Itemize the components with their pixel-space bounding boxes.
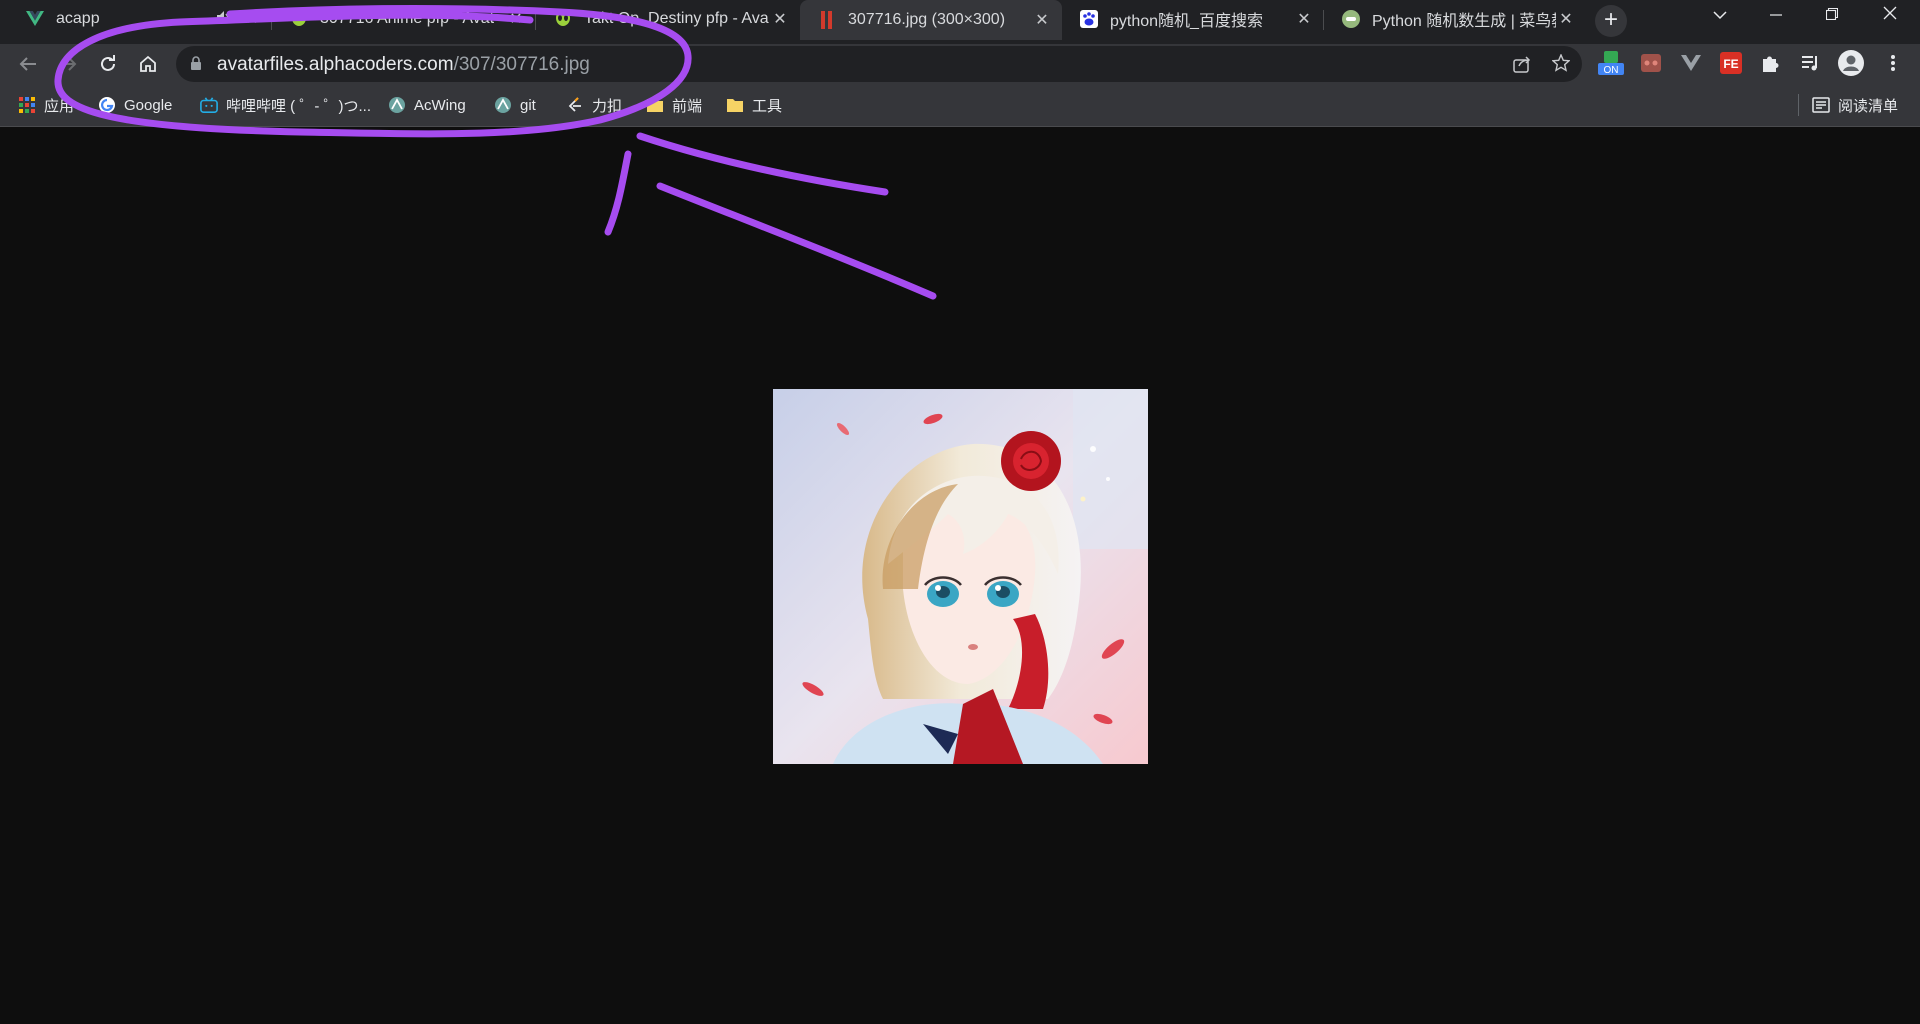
- address-bar[interactable]: avatarfiles.alphacoders.com/307/307716.j…: [176, 46, 1582, 82]
- reading-list-icon: [1812, 96, 1830, 114]
- google-icon: [98, 96, 116, 114]
- bookmark-git[interactable]: git: [494, 94, 536, 116]
- vue-icon: [26, 10, 44, 28]
- tab-anime-pfp[interactable]: 307716 Anime pfp - Avat ✕: [272, 0, 536, 38]
- close-icon[interactable]: ✕: [506, 9, 526, 29]
- folder-icon: [726, 96, 744, 114]
- baidu-icon: [1080, 10, 1098, 28]
- close-icon[interactable]: ✕: [1032, 10, 1052, 30]
- url-text[interactable]: avatarfiles.alphacoders.com/307/307716.j…: [217, 54, 590, 76]
- minimize-button[interactable]: [1748, 0, 1804, 34]
- extension-vuejs-devtools-icon[interactable]: [1678, 50, 1704, 76]
- alien-icon: [290, 10, 308, 28]
- bookmark-label: 前端: [672, 97, 703, 115]
- extension-game-icon[interactable]: [1638, 50, 1664, 76]
- alien-icon: [554, 10, 572, 28]
- bilibili-icon: [200, 96, 218, 114]
- runoob-icon: [1342, 10, 1360, 28]
- reading-list-button[interactable]: 阅读清单: [1812, 94, 1898, 116]
- url-host: avatarfiles.alphacoders.com: [217, 54, 454, 75]
- bookmark-label: AcWing: [414, 96, 466, 114]
- reload-button[interactable]: [92, 48, 124, 80]
- tab-acapp[interactable]: acapp ✕: [8, 0, 272, 38]
- image-icon: [818, 11, 836, 29]
- tab-takt-op[interactable]: Takt Op. Destiny pfp - Ava ✕: [536, 0, 800, 38]
- tab-307716-jpg[interactable]: 307716.jpg (300×300) ✕: [800, 0, 1062, 40]
- menu-kebab-icon[interactable]: [1880, 50, 1906, 76]
- tab-search-icon[interactable]: [1692, 0, 1748, 34]
- bookmark-label: 工具: [752, 97, 783, 115]
- forward-button[interactable]: [52, 48, 84, 80]
- bookmark-label: 应用: [44, 97, 75, 115]
- bookmark-star-icon[interactable]: [1551, 53, 1571, 77]
- leetcode-icon: [566, 96, 584, 114]
- bookmark-folder-tools[interactable]: 工具: [726, 94, 782, 116]
- bookmark-leetcode[interactable]: 力扣: [566, 94, 622, 116]
- tab-title: acapp: [56, 10, 100, 27]
- back-button[interactable]: [12, 48, 44, 80]
- bookmarks-divider: [1798, 94, 1799, 116]
- bookmark-label: Google: [124, 96, 173, 114]
- bookmark-google[interactable]: Google: [98, 94, 172, 116]
- speaker-muted-icon[interactable]: [216, 10, 236, 29]
- profile-avatar-icon[interactable]: [1838, 50, 1864, 76]
- bookmark-label: 哔哩哔哩 ( ゜- ゜)つ...: [226, 97, 371, 115]
- bookmark-acwing[interactable]: AcWing: [388, 94, 466, 116]
- bookmark-apps[interactable]: 应用: [18, 94, 74, 116]
- tab-title: python随机_百度搜索: [1110, 13, 1263, 30]
- close-icon[interactable]: ✕: [1294, 9, 1314, 29]
- tab-title: Python 随机数生成 | 菜鸟教程: [1372, 13, 1556, 30]
- media-queue-icon[interactable]: [1798, 50, 1824, 76]
- bookmark-folder-frontend[interactable]: 前端: [646, 94, 702, 116]
- lock-icon[interactable]: [190, 56, 202, 76]
- apps-grid-icon: [18, 96, 36, 114]
- reading-list-label: 阅读清单: [1838, 97, 1899, 115]
- home-button[interactable]: [132, 48, 164, 80]
- extension-fe-icon[interactable]: FE: [1718, 50, 1744, 76]
- puzzle-icon[interactable]: [1758, 50, 1784, 76]
- tab-strip: acapp ✕ 307716 Anime pfp - Avat ✕ Takt O…: [0, 0, 1920, 44]
- close-window-button[interactable]: [1862, 0, 1918, 34]
- extension-fe-badge: FE: [1723, 57, 1738, 71]
- tab-title: Takt Op. Destiny pfp - Ava: [584, 10, 769, 27]
- close-icon[interactable]: ✕: [770, 9, 790, 29]
- tab-title: 307716.jpg (300×300): [848, 11, 1006, 28]
- restore-button[interactable]: [1804, 0, 1860, 34]
- acwing-icon: [388, 96, 406, 114]
- anime-avatar-image[interactable]: [773, 389, 1148, 764]
- acwing-icon: [494, 96, 512, 114]
- close-icon[interactable]: ✕: [242, 9, 262, 29]
- browser-toolbar: avatarfiles.alphacoders.com/307/307716.j…: [0, 44, 1920, 84]
- tab-title: 307716 Anime pfp - Avat: [320, 10, 495, 27]
- bookmark-label: 力扣: [592, 97, 623, 115]
- folder-icon: [646, 96, 664, 114]
- extension-on-icon[interactable]: ON: [1598, 50, 1624, 76]
- bookmark-bilibili[interactable]: 哔哩哔哩 ( ゜- ゜)つ...: [200, 94, 371, 116]
- close-icon[interactable]: ✕: [1556, 9, 1576, 29]
- bookmarks-bar: 应用 Google 哔哩哔哩 ( ゜- ゜)つ... AcWing git 力扣: [0, 84, 1920, 127]
- share-icon[interactable]: [1513, 55, 1531, 78]
- tab-baidu-search[interactable]: python随机_百度搜索 ✕: [1062, 0, 1324, 38]
- new-tab-button[interactable]: +: [1595, 5, 1627, 37]
- url-path: /307/307716.jpg: [453, 54, 590, 75]
- bookmark-label: git: [520, 96, 536, 114]
- tab-runoob[interactable]: Python 随机数生成 | 菜鸟教程 ✕: [1324, 0, 1586, 38]
- extension-on-badge: ON: [1604, 65, 1619, 76]
